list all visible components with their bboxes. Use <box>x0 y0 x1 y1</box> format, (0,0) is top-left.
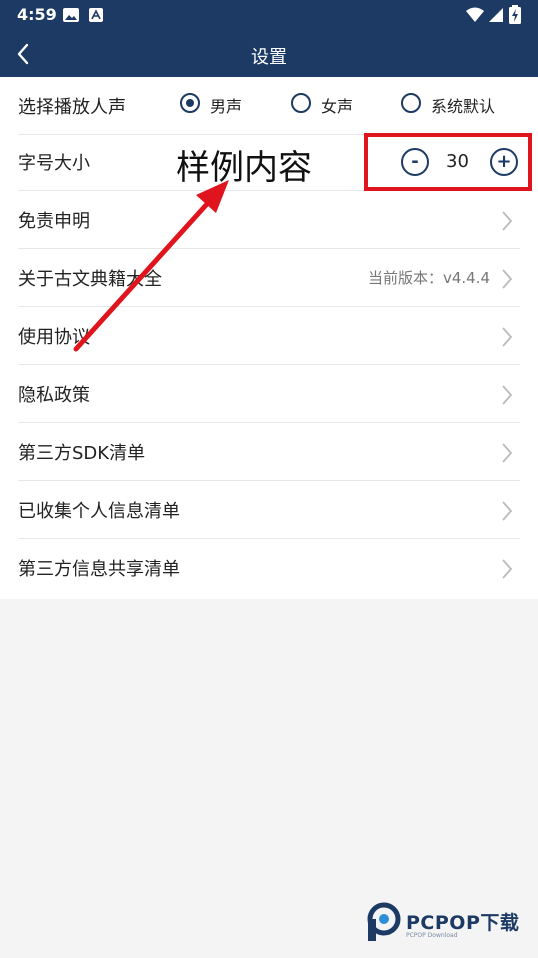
privacy-label: 隐私政策 <box>18 385 90 406</box>
page-title: 设置 <box>251 47 287 68</box>
radio-female-label: 女声 <box>321 97 354 116</box>
app-notification-icon <box>89 8 103 22</box>
chevron-right-icon <box>502 269 513 289</box>
watermark: PCPOP下载 PCPOP Download <box>366 902 531 944</box>
chevron-right-icon <box>502 559 513 579</box>
personal-info-row[interactable]: 已收集个人信息清单 <box>0 481 538 539</box>
radio-circle <box>291 93 311 113</box>
sdk-list-label: 第三方SDK清单 <box>18 443 146 464</box>
voice-row: 选择播放人声 男声 女声 系统默认 <box>0 77 538 135</box>
pcpop-logo-icon <box>367 902 401 941</box>
voice-label: 选择播放人声 <box>18 97 126 118</box>
font-size-increase-button[interactable]: + <box>490 148 518 176</box>
gallery-icon <box>63 8 79 22</box>
personal-info-label: 已收集个人信息清单 <box>18 501 180 522</box>
signal-icon <box>489 8 503 22</box>
agreement-label: 使用协议 <box>18 327 90 348</box>
version-text: 当前版本：v4.4.4 <box>367 269 490 287</box>
radio-system-default-label: 系统默认 <box>431 97 496 116</box>
about-label: 关于古文典籍大全 <box>18 269 162 290</box>
status-time: 4:59 <box>17 5 57 24</box>
font-size-control: - 30 + <box>364 133 532 191</box>
status-bar: 4:59 <box>0 0 538 30</box>
chevron-right-icon <box>502 385 513 405</box>
chevron-right-icon <box>502 501 513 521</box>
font-size-decrease-button[interactable]: - <box>401 148 429 176</box>
radio-male-label: 男声 <box>210 97 243 116</box>
share-list-label: 第三方信息共享清单 <box>18 559 180 580</box>
chevron-right-icon <box>502 211 513 231</box>
watermark-subtext: PCPOP Download <box>406 932 458 939</box>
share-list-row[interactable]: 第三方信息共享清单 <box>0 539 538 597</box>
agreement-row[interactable]: 使用协议 <box>0 307 538 365</box>
disclaimer-row[interactable]: 免责申明 <box>0 191 538 249</box>
privacy-row[interactable]: 隐私政策 <box>0 365 538 423</box>
sample-text-preview: 样例内容 <box>176 148 312 188</box>
watermark-text: PCPOP下载 <box>406 912 520 934</box>
sdk-list-row[interactable]: 第三方SDK清单 <box>0 423 538 481</box>
radio-circle <box>401 93 421 113</box>
disclaimer-label: 免责申明 <box>18 211 90 232</box>
nav-bar: 设置 <box>0 30 538 77</box>
chevron-right-icon <box>502 443 513 463</box>
font-size-label: 字号大小 <box>18 153 90 174</box>
battery-icon <box>509 5 521 24</box>
radio-circle <box>180 93 200 113</box>
font-size-value: 30 <box>446 151 469 172</box>
wifi-icon <box>466 7 484 22</box>
about-row[interactable]: 关于古文典籍大全 当前版本：v4.4.4 <box>0 249 538 307</box>
chevron-right-icon <box>502 327 513 347</box>
